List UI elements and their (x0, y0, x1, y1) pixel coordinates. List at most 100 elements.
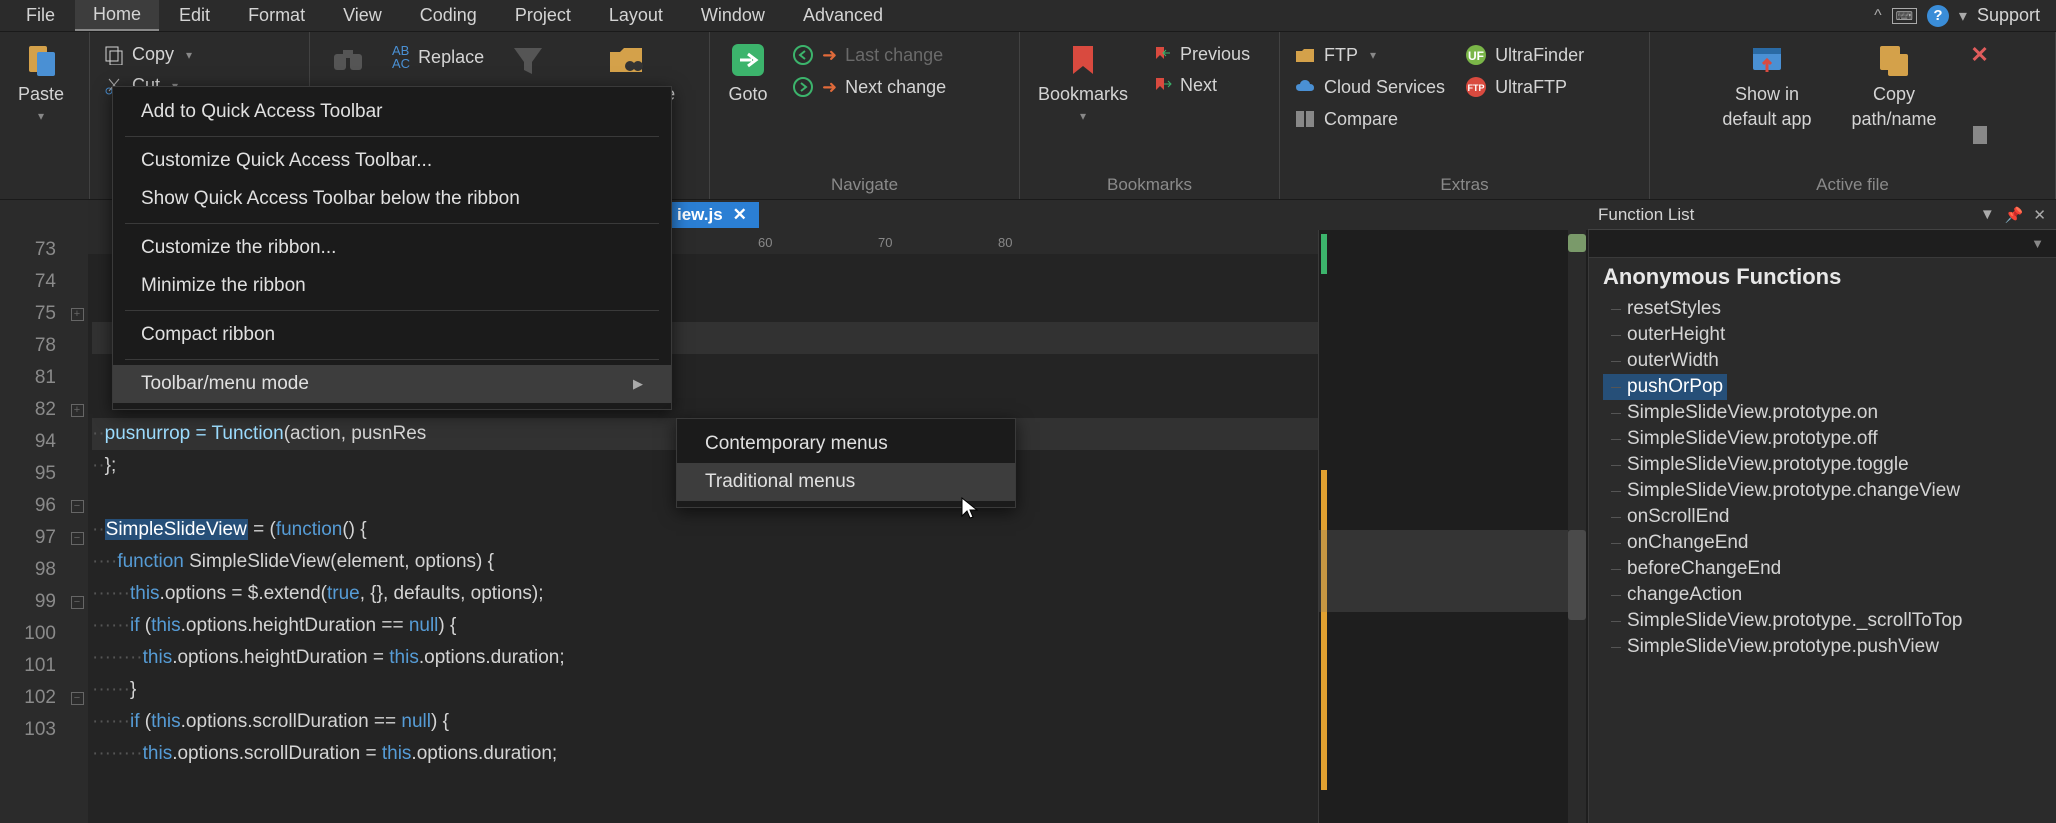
function-list-title: Function List (1598, 205, 1694, 225)
next-bookmark-button[interactable]: Next (1148, 73, 1254, 98)
function-item[interactable]: changeAction (1603, 582, 2056, 608)
chevron-down-icon: ▾ (38, 109, 44, 123)
menu-advanced[interactable]: Advanced (785, 1, 901, 30)
bookmark-prev-icon (1152, 45, 1172, 65)
close-icon[interactable]: ✕ (1970, 42, 1988, 68)
menu-project[interactable]: Project (497, 1, 589, 30)
function-item[interactable]: beforeChangeEnd (1603, 556, 2056, 582)
copy-button[interactable]: Copy (100, 42, 196, 67)
next-label: Next (1180, 75, 1217, 96)
menu-file[interactable]: File (8, 1, 73, 30)
document-icon[interactable] (1969, 124, 1991, 146)
replace-button[interactable]: ABAC Replace (388, 42, 488, 72)
goto-label: Goto (728, 84, 767, 105)
paste-button[interactable]: Paste ▾ (10, 36, 72, 127)
keyboard-icon[interactable]: ⌨ (1892, 8, 1917, 24)
ultrafinder-button[interactable]: UF UltraFinder (1461, 42, 1588, 68)
function-group-heading: Anonymous Functions (1603, 264, 2056, 290)
menu-layout[interactable]: Layout (591, 1, 681, 30)
chevron-up-icon[interactable]: ^ (1874, 7, 1882, 25)
fold-toggle[interactable]: + (71, 308, 84, 321)
submenu-arrow-icon: ▶ (633, 376, 643, 392)
close-icon[interactable]: ✕ (733, 205, 747, 225)
show-in-default-button[interactable]: Show in default app (1714, 36, 1819, 134)
function-item[interactable]: SimpleSlideView.prototype.off (1603, 426, 2056, 452)
ctx-contemporary-menus[interactable]: Contemporary menus (677, 425, 1015, 463)
compare-button[interactable]: Compare (1290, 106, 1449, 132)
fold-toggle[interactable]: + (71, 404, 84, 417)
function-item[interactable]: outerHeight (1603, 322, 2056, 348)
close-icon[interactable]: ✕ (2033, 206, 2046, 224)
function-item[interactable]: SimpleSlideView.prototype._scrollToTop (1603, 608, 2056, 634)
ctx-minimize-ribbon[interactable]: Minimize the ribbon (113, 267, 671, 305)
ctx-customize-ribbon[interactable]: Customize the ribbon... (113, 229, 671, 267)
menu-window[interactable]: Window (683, 1, 783, 30)
function-item[interactable]: outerWidth (1603, 348, 2056, 374)
dropdown-icon[interactable]: ▼ (1980, 206, 1995, 224)
function-item-selected[interactable]: pushOrPop (1603, 374, 1727, 400)
ultraftp-button[interactable]: FTP UltraFTP (1461, 74, 1588, 100)
fold-toggle[interactable]: − (71, 532, 84, 545)
ftp-label: FTP (1324, 45, 1358, 66)
pin-icon[interactable]: 📌 (2005, 206, 2024, 224)
copy-path-label2: path/name (1852, 109, 1937, 130)
ultraftp-icon: FTP (1465, 76, 1487, 98)
dropdown-icon[interactable]: ▾ (1959, 6, 1967, 26)
bookmarks-button[interactable]: Bookmarks ▾ (1030, 36, 1136, 127)
replace-icon: ABAC (392, 44, 410, 70)
fold-toggle[interactable]: − (71, 596, 84, 609)
chevron-down-icon: ▾ (1080, 109, 1086, 123)
function-item[interactable]: SimpleSlideView.prototype.toggle (1603, 452, 2056, 478)
filter-button[interactable] (500, 36, 556, 84)
ctx-customize-qat[interactable]: Customize Quick Access Toolbar... (113, 142, 671, 180)
support-link[interactable]: Support (1977, 5, 2040, 26)
ctx-show-qat-below[interactable]: Show Quick Access Toolbar below the ribb… (113, 180, 671, 218)
function-item[interactable]: SimpleSlideView.prototype.pushView (1603, 634, 2056, 660)
function-list-header: Function List ▼ 📌 ✕ (1588, 200, 2056, 230)
ctx-toolbar-mode[interactable]: Toolbar/menu mode▶ (113, 365, 671, 403)
function-item[interactable]: SimpleSlideView.prototype.on (1603, 400, 2056, 426)
goto-button[interactable]: Goto (720, 36, 776, 109)
minimap[interactable] (1318, 230, 1588, 823)
funnel-icon (508, 40, 548, 80)
previous-bookmark-button[interactable]: Previous (1148, 42, 1254, 67)
ultrafinder-icon: UF (1465, 44, 1487, 66)
function-item[interactable]: SimpleSlideView.prototype.changeView (1603, 478, 2056, 504)
function-item[interactable]: onScrollEnd (1603, 504, 2056, 530)
function-list-panel: ▼ Anonymous Functions resetStyles outerH… (1588, 230, 2056, 823)
next-change-button[interactable]: ➜ Next change (788, 74, 950, 100)
window-up-icon (1747, 40, 1787, 80)
copy-path-button[interactable]: Copy path/name (1844, 36, 1945, 134)
ctx-add-qat[interactable]: Add to Quick Access Toolbar (113, 93, 671, 131)
ultraftp-label: UltraFTP (1495, 77, 1567, 98)
last-change-button[interactable]: ➜ Last change (788, 42, 950, 68)
ribbon-group-navigate: Goto ➜ Last change ➜ Next change Navigat… (710, 32, 1020, 199)
tab-label: iew.js (677, 205, 723, 225)
menubar-right: ^ ⌨ ? ▾ Support (1874, 5, 2048, 27)
replace-label: Replace (418, 47, 484, 68)
fold-toggle[interactable]: − (71, 500, 84, 513)
cloud-services-button[interactable]: Cloud Services (1290, 74, 1449, 100)
menu-view[interactable]: View (325, 1, 400, 30)
ctx-compact-ribbon[interactable]: Compact ribbon (113, 316, 671, 354)
minimap-scrollbar[interactable] (1568, 230, 1586, 823)
extras-group-label: Extras (1290, 173, 1639, 197)
function-item[interactable]: resetStyles (1603, 296, 2056, 322)
function-item[interactable]: onChangeEnd (1603, 530, 2056, 556)
function-list-body: Anonymous Functions resetStyles outerHei… (1589, 258, 2056, 823)
file-tab[interactable]: iew.js ✕ (665, 202, 759, 228)
menu-coding[interactable]: Coding (402, 1, 495, 30)
menu-format[interactable]: Format (230, 1, 323, 30)
previous-label: Previous (1180, 44, 1250, 65)
fold-toggle[interactable]: − (71, 692, 84, 705)
menu-edit[interactable]: Edit (161, 1, 228, 30)
help-icon[interactable]: ? (1927, 5, 1949, 27)
ftp-button[interactable]: FTP (1290, 42, 1449, 68)
function-list-filter[interactable]: ▼ (1589, 230, 2056, 258)
toolbar-mode-submenu: Contemporary menus Traditional menus (676, 418, 1016, 508)
bookmarks-label: Bookmarks (1038, 84, 1128, 105)
menu-home[interactable]: Home (75, 0, 159, 31)
copy-path-label1: Copy (1873, 84, 1915, 105)
menubar-left: File Home Edit Format View Coding Projec… (8, 0, 901, 31)
find-button[interactable] (320, 36, 376, 84)
